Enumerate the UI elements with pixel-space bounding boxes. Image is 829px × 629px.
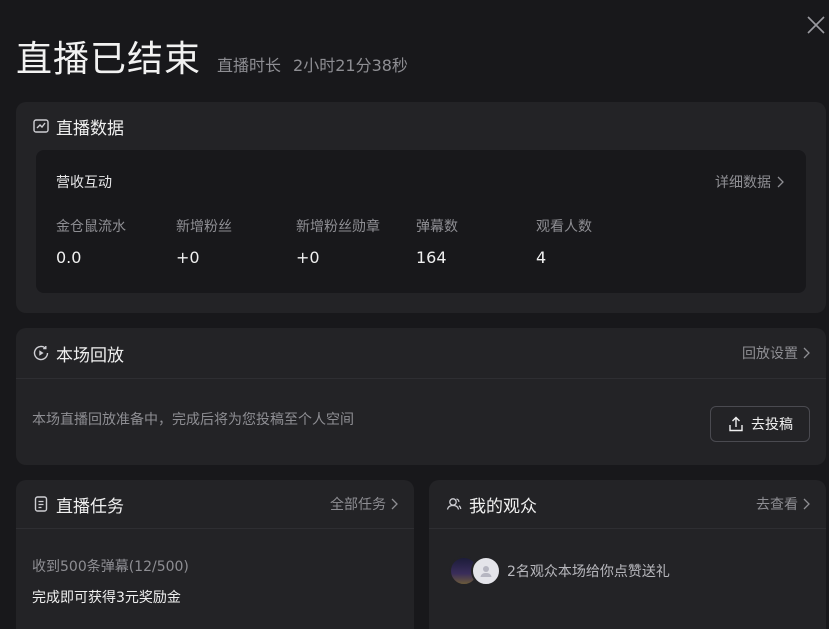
replay-body: 本场直播回放准备中，完成后将为您投稿至个人空间 去投稿: [16, 379, 826, 466]
replay-header: 本场回放 回放设置: [16, 328, 826, 378]
audience-header: 我的观众 去查看: [429, 480, 826, 528]
stat-new-fans: 新增粉丝 +0: [176, 216, 296, 267]
duration-value: 2小时21分38秒: [293, 56, 408, 75]
all-tasks-label: 全部任务: [330, 497, 386, 513]
replay-settings-link[interactable]: 回放设置: [742, 343, 810, 363]
stat-value: 164: [416, 248, 447, 267]
stat-label: 新增粉丝: [176, 219, 232, 235]
replay-card: 本场回放 回放设置 本场直播回放准备中，完成后将为您投稿至个人空间 去投稿: [16, 328, 826, 465]
stat-viewers: 观看人数 4: [536, 216, 656, 267]
all-tasks-link[interactable]: 全部任务: [330, 494, 398, 514]
view-audience-link[interactable]: 去查看: [756, 494, 810, 514]
chart-icon: [32, 117, 50, 135]
users-icon: [445, 495, 463, 513]
tasks-title: 直播任务: [56, 496, 124, 517]
stat-label: 新增粉丝勋章: [296, 219, 380, 235]
chevron-right-icon: [803, 498, 810, 510]
tasks-header: 直播任务 全部任务: [16, 480, 414, 528]
stat-label: 弹幕数: [416, 219, 458, 235]
audience-summary: 2名观众本场给你点赞送礼: [507, 564, 670, 580]
upload-icon: [727, 415, 745, 433]
user-icon: [480, 566, 492, 577]
divider: [429, 528, 826, 529]
divider: [16, 528, 414, 529]
stat-value: +0: [296, 248, 320, 267]
chevron-right-icon: [391, 498, 398, 510]
stats-row: 金仓鼠流水 0.0 新增粉丝 +0 新增粉丝勋章 +0 弹幕数 164 观看人数…: [56, 216, 656, 267]
replay-icon: [32, 344, 50, 362]
replay-status-text: 本场直播回放准备中，完成后将为您投稿至个人空间: [32, 412, 354, 428]
stat-new-fan-medals: 新增粉丝勋章 +0: [296, 216, 416, 267]
stat-value: 0.0: [56, 248, 82, 267]
upload-button[interactable]: 去投稿: [710, 406, 810, 442]
chevron-right-icon: [803, 347, 810, 359]
stat-danmaku: 弹幕数 164: [416, 216, 536, 267]
live-data-title: 直播数据: [56, 118, 124, 139]
chevron-right-icon: [777, 176, 784, 188]
live-data-card: 直播数据 营收互动 详细数据 金仓鼠流水 0.0 新增粉丝 +0 新增粉丝勋章 …: [16, 102, 826, 313]
replay-title: 本场回放: [56, 345, 124, 366]
live-data-header: 直播数据: [16, 102, 826, 150]
revenue-section-title: 营收互动: [56, 175, 112, 191]
tasks-card: 直播任务 全部任务 收到500条弹幕(12/500) 完成即可获得3元奖励金: [16, 480, 414, 629]
detail-data-label: 详细数据: [715, 175, 771, 191]
stat-value: 4: [536, 248, 547, 267]
audience-summary-row[interactable]: 2名观众本场给你点赞送礼: [449, 556, 670, 586]
task-reward: 完成即可获得3元奖励金: [32, 590, 181, 606]
view-audience-label: 去查看: [756, 497, 798, 513]
avatar: [471, 556, 501, 586]
stat-value: +0: [176, 248, 200, 267]
page-title: 直播已结束: [16, 39, 202, 80]
detail-data-link[interactable]: 详细数据: [715, 172, 784, 192]
stat-label: 金仓鼠流水: [56, 219, 126, 235]
upload-button-label: 去投稿: [751, 417, 793, 433]
replay-settings-label: 回放设置: [742, 346, 798, 362]
page-header: 直播已结束 直播时长 2小时21分38秒: [16, 30, 408, 82]
close-button[interactable]: [805, 14, 827, 36]
revenue-panel: 营收互动 详细数据 金仓鼠流水 0.0 新增粉丝 +0 新增粉丝勋章 +0 弹幕…: [36, 150, 806, 293]
task-progress: 收到500条弹幕(12/500): [32, 559, 189, 575]
duration-label: 直播时长: [217, 56, 282, 75]
audience-title: 我的观众: [469, 496, 537, 517]
document-icon: [32, 495, 50, 513]
close-icon: [807, 16, 825, 34]
stat-label: 观看人数: [536, 219, 592, 235]
audience-card: 我的观众 去查看 2名观众本场给你点赞送礼: [429, 480, 826, 629]
stat-golden-hamster: 金仓鼠流水 0.0: [56, 216, 176, 267]
